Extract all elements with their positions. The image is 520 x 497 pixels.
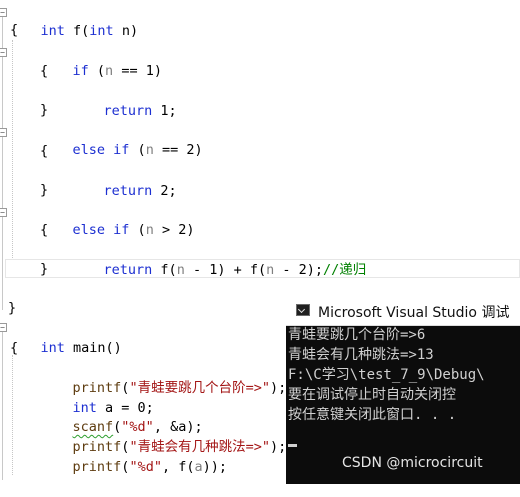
code-text: 2;	[152, 183, 177, 199]
console-line: F:\C学习\test_7_9\Debug\	[288, 367, 485, 383]
code-line[interactable]: else if (n > 2)	[40, 200, 195, 238]
code-text: {	[40, 143, 49, 159]
keyword: else	[72, 222, 106, 238]
code-line[interactable]: return 1;	[71, 81, 177, 119]
code-line[interactable]: {	[40, 141, 48, 161]
parameter: n	[105, 63, 114, 79]
code-text: n)	[113, 23, 139, 39]
fold-toggle-icon[interactable]: −	[0, 128, 7, 137]
console-line: 青蛙要跳几个台阶=>6	[288, 327, 426, 343]
code-line[interactable]: {	[40, 220, 48, 240]
parameter: n	[145, 222, 154, 238]
code-text: - 2);	[274, 262, 324, 278]
parameter: a	[194, 459, 203, 475]
code-line[interactable]: scanf("%d", &a);	[40, 397, 203, 435]
code-text: }	[40, 261, 49, 277]
watermark: CSDN @microcircuit	[342, 455, 483, 471]
code-line[interactable]: }	[40, 259, 48, 279]
keyword: return	[103, 183, 153, 199]
code-text: > 2)	[153, 222, 195, 238]
indent-guide	[12, 40, 13, 260]
code-text: {	[10, 22, 19, 38]
code-text: , f(	[161, 459, 195, 475]
code-line[interactable]: }	[8, 298, 16, 318]
keyword: int	[40, 340, 65, 356]
code-line[interactable]: else if (n == 2)	[40, 120, 203, 158]
code-line[interactable]: return 2;	[71, 161, 177, 199]
code-text: }	[40, 102, 49, 118]
code-line[interactable]: printf("青蛙要跳几个台阶=>");	[40, 358, 287, 396]
console-app-icon	[296, 304, 310, 316]
code-text: main()	[64, 340, 122, 356]
code-line[interactable]: int a = 0;	[40, 378, 154, 416]
code-text: 1;	[152, 103, 177, 119]
keyword: int	[89, 23, 114, 39]
code-text: f(	[64, 23, 90, 39]
keyword: return	[103, 103, 153, 119]
console-line: 青蛙会有几种跳法=>13	[288, 347, 434, 363]
code-text: {	[40, 222, 49, 238]
code-line[interactable]: int f(int n)	[8, 1, 139, 39]
function-name: printf	[72, 459, 122, 475]
code-text: }	[8, 300, 17, 316]
parameter: n	[145, 142, 154, 158]
code-text: == 2)	[153, 142, 203, 158]
fold-toggle-icon[interactable]: −	[0, 208, 7, 217]
fold-toggle-icon[interactable]: −	[0, 8, 7, 17]
console-title: Microsoft Visual Studio 调试	[318, 305, 510, 321]
console-line: 按任意键关闭此窗口. . .	[288, 407, 457, 423]
code-text: (	[129, 142, 146, 158]
console-cursor	[288, 444, 297, 447]
code-line[interactable]: printf("青蛙会有几种跳法=>");	[40, 417, 287, 455]
code-line[interactable]: return f(n - 1) + f(n - 2);//递归	[71, 240, 367, 278]
fold-guide-line	[2, 330, 3, 480]
keyword: if	[72, 63, 89, 79]
console-titlebar[interactable]: Microsoft Visual Studio 调试	[286, 296, 520, 326]
keyword: else	[72, 142, 106, 158]
code-line[interactable]: }	[40, 180, 48, 200]
code-text: );	[269, 439, 287, 455]
keyword: if	[105, 142, 130, 158]
parameter: n	[176, 262, 185, 278]
code-line[interactable]: int main()	[8, 318, 122, 356]
fold-toggle-icon[interactable]: −	[0, 48, 7, 57]
keyword: if	[105, 222, 130, 238]
code-line[interactable]: if (n == 1)	[40, 41, 162, 79]
code-text: {	[40, 63, 49, 79]
code-line[interactable]: {	[40, 61, 48, 81]
code-text: {	[10, 340, 19, 356]
string-literal: "%d"	[129, 459, 162, 475]
code-text: f(	[152, 262, 177, 278]
code-text: ));	[202, 459, 227, 475]
keyword: return	[103, 262, 153, 278]
code-text: == 1)	[113, 63, 162, 79]
keyword: int	[40, 23, 65, 39]
code-text: (	[88, 63, 106, 79]
code-line[interactable]: }	[40, 100, 48, 120]
code-line[interactable]: {	[10, 20, 18, 40]
code-text: );	[269, 380, 287, 396]
fold-toggle-icon[interactable]: −	[0, 323, 7, 332]
comment: //递归	[323, 262, 367, 278]
console-line: 要在调试停止时自动关闭控	[288, 387, 456, 403]
code-text: }	[40, 182, 49, 198]
code-line[interactable]: {	[10, 338, 18, 358]
code-line[interactable]: printf("%d", f(a));	[40, 437, 227, 475]
code-text: (	[129, 222, 146, 238]
code-text: - 1) + f(	[184, 262, 267, 278]
